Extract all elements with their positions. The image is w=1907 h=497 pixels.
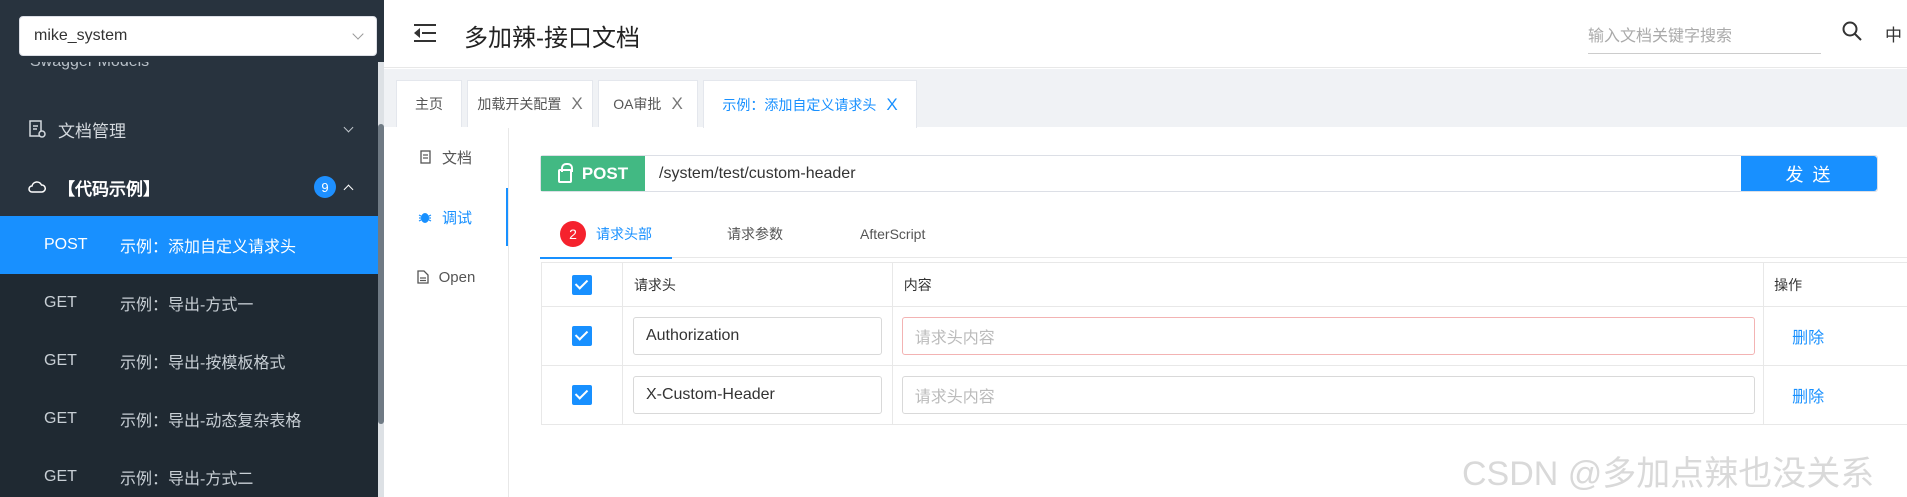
header-checkbox-cell xyxy=(542,263,623,306)
request-subtabs: 2 请求头部 请求参数 AfterScript xyxy=(540,210,1907,259)
method-label: POST xyxy=(581,163,629,183)
nav-label: Open xyxy=(438,268,476,286)
header-value-input[interactable]: 请求头内容 xyxy=(901,317,1755,355)
table-header-row: 请求头 内容 操作 xyxy=(541,262,1907,307)
sidebar-api-item[interactable]: GET 示例：导出-按模板格式 xyxy=(0,332,378,390)
document-settings-icon xyxy=(29,120,46,138)
tab-label: 加载开关配置 xyxy=(477,96,562,112)
tab-bar: 主页 加载开关配置 X OA审批 X 示例：添加自定义请求头 X xyxy=(384,69,1907,128)
file-icon xyxy=(416,270,429,284)
language-switch[interactable]: 中 xyxy=(1885,21,1902,46)
column-header: 请求头 xyxy=(623,263,893,306)
tab-request-params[interactable]: 请求参数 xyxy=(727,210,783,258)
sidebar-group-label: 文档管理 xyxy=(58,121,126,141)
sidebar-group-label: 【代码示例】 xyxy=(58,179,160,199)
header-name-input[interactable]: Authorization xyxy=(632,317,882,355)
table-row: X-Custom-Header 请求头内容 删除 xyxy=(541,366,1907,425)
table-row: Authorization 请求头内容 删除 xyxy=(541,307,1907,366)
search-icon[interactable] xyxy=(1841,20,1863,42)
send-button[interactable]: 发 送 xyxy=(1741,156,1877,191)
api-method: GET xyxy=(44,352,77,369)
chevron-down-icon xyxy=(352,28,364,40)
delete-link[interactable]: 删除 xyxy=(1792,383,1824,407)
close-icon[interactable]: X xyxy=(671,94,682,114)
sidebar-item-swagger-models[interactable]: Swagger Models xyxy=(30,62,149,74)
sidebar-group-code-examples[interactable]: 【代码示例】 9 xyxy=(0,158,378,216)
api-label: 示例：导出-方式二 xyxy=(120,471,254,488)
count-badge: 2 xyxy=(560,220,586,247)
request-bar: POST /system/test/custom-header 发 送 xyxy=(540,155,1878,192)
page-title: 多加辣-接口文档 xyxy=(464,25,640,52)
http-method: POST xyxy=(541,156,645,191)
name-cell: Authorization xyxy=(623,307,893,365)
nav-label: 文档 xyxy=(441,149,472,167)
api-label: 示例：导出-方式一 xyxy=(120,297,254,314)
cloud-icon xyxy=(28,181,46,193)
nav-label: 调试 xyxy=(441,209,472,227)
api-label: 示例：导出-动态复杂表格 xyxy=(120,413,302,430)
unlock-icon xyxy=(557,162,573,183)
api-method: GET xyxy=(44,468,77,485)
tab-request-headers[interactable]: 2 请求头部 xyxy=(540,210,672,259)
search-input[interactable]: 输入文档关键字搜索 xyxy=(1588,18,1821,54)
top-header: 多加辣-接口文档 输入文档关键字搜索 中 xyxy=(384,0,1907,68)
chevron-up-icon xyxy=(343,184,354,195)
doc-debug-nav: 文档 调试 Open xyxy=(384,128,509,497)
tab-label: OA审批 xyxy=(613,96,662,112)
chevron-down-icon xyxy=(343,122,354,133)
column-header: 操作 xyxy=(1774,276,1803,293)
row-checkbox[interactable] xyxy=(571,326,592,346)
value-cell: 请求头内容 xyxy=(893,366,1765,424)
document-icon xyxy=(420,150,431,164)
nav-open[interactable]: Open xyxy=(384,248,508,306)
sidebar-api-item[interactable]: POST 示例：添加自定义请求头 xyxy=(0,216,378,274)
tab-label: 请求参数 xyxy=(727,226,783,242)
tab-home[interactable]: 主页 xyxy=(396,80,462,127)
tab-custom-header-example[interactable]: 示例：添加自定义请求头 X xyxy=(703,80,917,128)
delete-link[interactable]: 删除 xyxy=(1792,324,1824,348)
api-label: 示例：添加自定义请求头 xyxy=(120,239,297,256)
collapse-menu-icon[interactable] xyxy=(414,23,438,43)
api-method: GET xyxy=(44,410,77,427)
sidebar-api-item[interactable]: GET 示例：导出-方式二 xyxy=(0,448,378,497)
api-label: 示例：导出-按模板格式 xyxy=(120,355,286,372)
sidebar-group-doc-manage[interactable]: 文档管理 xyxy=(0,100,378,158)
tab-label: 示例：添加自定义请求头 xyxy=(722,96,877,113)
header-name-input[interactable]: X-Custom-Header xyxy=(632,376,882,414)
column-header: 内容 xyxy=(893,263,1765,306)
tab-load-switch-config[interactable]: 加载开关配置 X xyxy=(467,80,593,127)
project-select-value: mike_system xyxy=(34,27,128,44)
action-cell: 删除 xyxy=(1764,366,1907,424)
checkbox-cell xyxy=(542,307,623,365)
checkbox-cell xyxy=(542,366,623,424)
tab-label: 请求头部 xyxy=(596,225,652,242)
value-cell: 请求头内容 xyxy=(893,307,1765,365)
row-checkbox[interactable] xyxy=(571,385,592,405)
nav-doc[interactable]: 文档 xyxy=(384,128,508,186)
sidebar: mike_system Swagger Models 文档管理 【代码示例】 9… xyxy=(0,0,384,497)
project-select[interactable]: mike_system xyxy=(19,16,377,56)
select-all-checkbox[interactable] xyxy=(571,274,592,295)
header-value-input[interactable]: 请求头内容 xyxy=(901,376,1755,414)
watermark: CSDN @多加点辣也没关系 xyxy=(1462,455,1875,493)
tab-label: 主页 xyxy=(415,96,443,112)
close-icon[interactable]: X xyxy=(886,95,897,115)
sidebar-api-item[interactable]: GET 示例：导出-动态复杂表格 xyxy=(0,390,378,448)
count-badge: 9 xyxy=(314,176,336,198)
tab-afterscript[interactable]: AfterScript xyxy=(860,210,925,258)
name-cell: X-Custom-Header xyxy=(623,366,893,424)
bug-icon xyxy=(418,213,432,223)
sidebar-api-item[interactable]: GET 示例：导出-方式一 xyxy=(0,274,378,332)
url-input[interactable]: /system/test/custom-header xyxy=(645,156,1741,191)
api-method: GET xyxy=(44,294,77,311)
api-method: POST xyxy=(44,236,88,253)
nav-debug[interactable]: 调试 xyxy=(384,188,508,246)
tab-label: AfterScript xyxy=(860,226,926,242)
action-cell: 删除 xyxy=(1764,307,1907,365)
close-icon[interactable]: X xyxy=(571,94,582,114)
tab-oa-approval[interactable]: OA审批 X xyxy=(598,80,698,127)
